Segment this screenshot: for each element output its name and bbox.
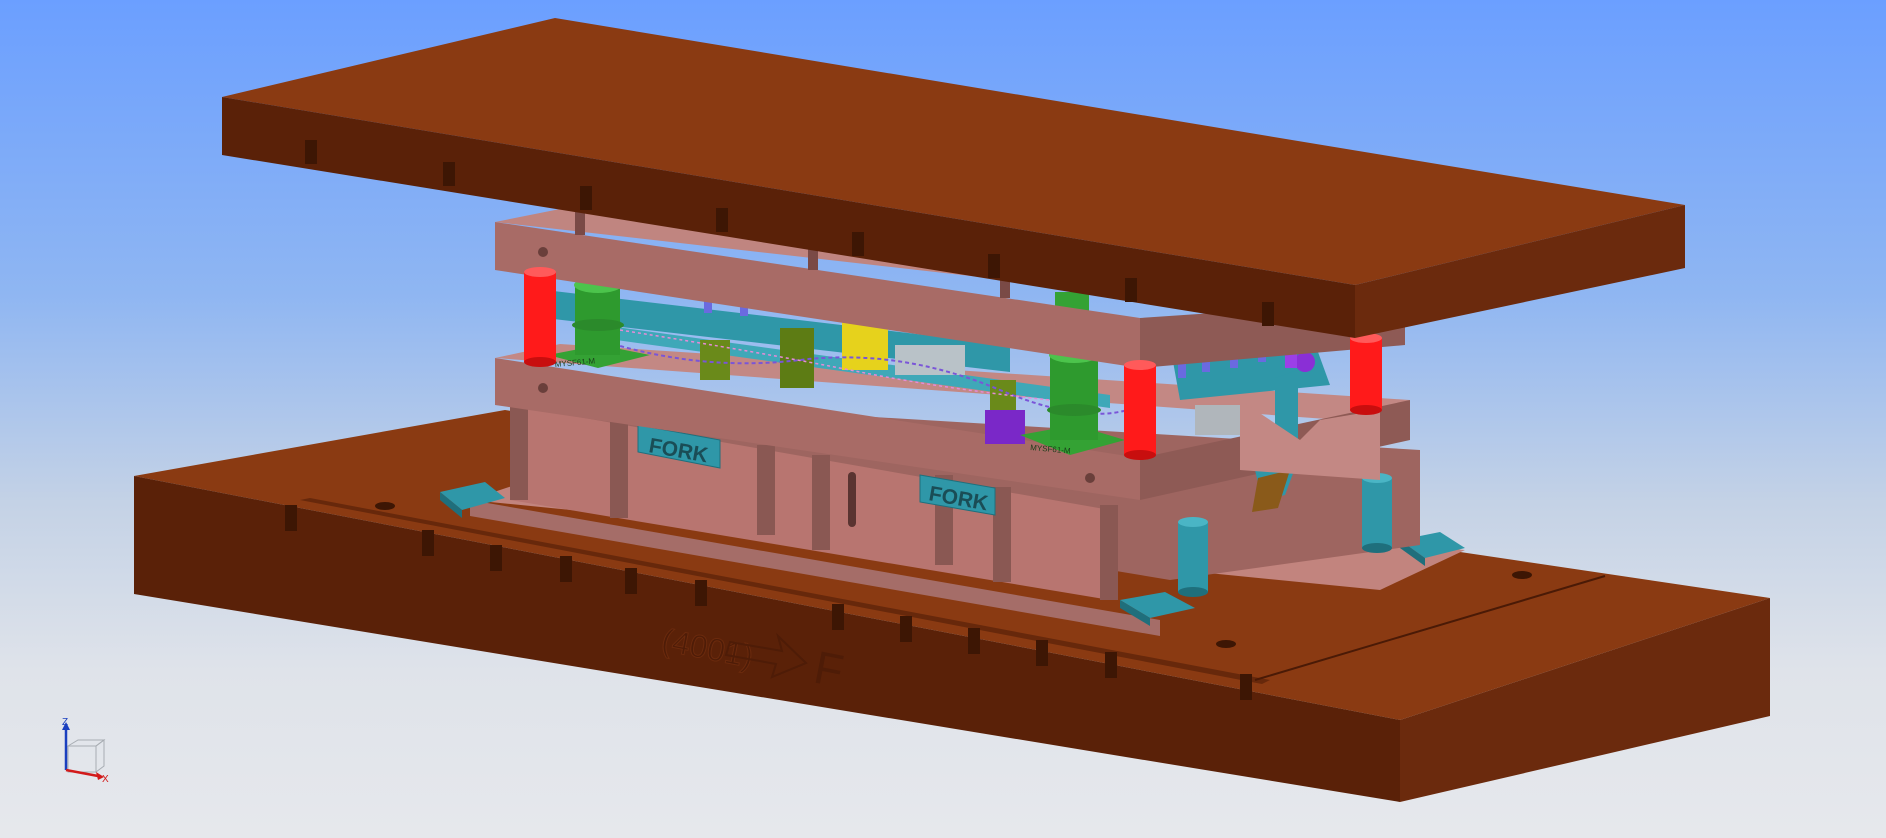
plate-bolt — [1085, 473, 1095, 483]
grey-cylinder — [1195, 405, 1240, 435]
purple-knob[interactable] — [1295, 352, 1315, 372]
stop-cylinder-2[interactable] — [1362, 473, 1392, 553]
triad-cube-side — [95, 739, 105, 773]
triad-cube-top — [66, 739, 106, 747]
base-hole — [375, 502, 395, 510]
grey-component — [895, 345, 965, 375]
yellow-block[interactable] — [842, 322, 888, 370]
view-triad[interactable]: Z X — [62, 717, 109, 785]
plate-bolt — [538, 383, 548, 393]
cad-viewport[interactable]: (4001) F FORK FORK MYSF61-M MYSF61-M Z X — [0, 0, 1886, 838]
slot-opening — [848, 472, 856, 527]
guide-post-left[interactable] — [524, 267, 556, 367]
purple-component[interactable] — [985, 410, 1025, 444]
guide-post-right-back[interactable] — [1350, 333, 1382, 415]
die-assembly-model[interactable]: (4001) F FORK FORK MYSF61-M MYSF61-M Z X — [0, 0, 1886, 838]
triad-x-label: X — [102, 774, 109, 785]
triad-cube-front — [67, 745, 97, 773]
base-hole — [1512, 571, 1532, 579]
stop-cylinder-1[interactable] — [1178, 517, 1208, 597]
green-insert-2 — [780, 328, 814, 388]
triad-x-axis — [65, 768, 99, 778]
triad-z-label: Z — [62, 717, 68, 728]
upper-top-plate[interactable] — [222, 18, 1685, 338]
guide-post-right-front[interactable] — [1124, 360, 1156, 460]
plate-bolt — [538, 247, 548, 257]
base-hole — [1216, 640, 1236, 648]
